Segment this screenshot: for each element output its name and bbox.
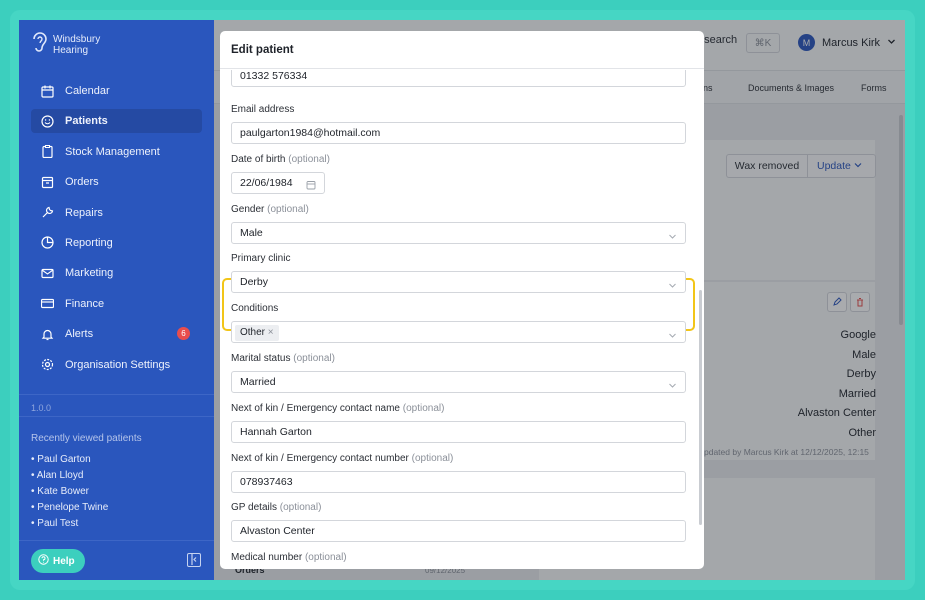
gender-label: Gender (optional) xyxy=(231,204,309,215)
modal-scrollbar[interactable] xyxy=(699,290,702,525)
conditions-multiselect[interactable]: Other × xyxy=(231,321,686,343)
primary-clinic-select[interactable]: Derby xyxy=(231,271,686,293)
question-icon xyxy=(38,554,49,568)
recent-patient-link[interactable]: • Penelope Twine xyxy=(31,500,108,516)
edit-patient-modal: Edit patient 01332 576334 Email address … xyxy=(220,31,704,569)
sidebar-divider xyxy=(19,416,214,417)
phone-field-group: 01332 576334 xyxy=(231,70,686,87)
recent-patients-list: • Paul Garton • Alan Lloyd • Kate Bower … xyxy=(31,452,108,532)
conditions-field-group: Conditions Other × xyxy=(231,302,686,343)
brand-logo[interactable]: Windsbury Hearing xyxy=(31,30,105,59)
marital-value: Married xyxy=(240,376,276,388)
dob-field-group: Date of birth (optional) 22/06/1984 xyxy=(231,153,686,194)
recent-patient-link[interactable]: • Kate Bower xyxy=(31,484,108,500)
chevron-down-icon xyxy=(668,377,677,397)
date-of-birth-field[interactable]: 22/06/1984 xyxy=(231,172,325,194)
sidebar-item-label: Alerts xyxy=(65,328,94,341)
sidebar-item-label: Calendar xyxy=(65,85,110,97)
conditions-label: Conditions xyxy=(231,303,279,314)
help-label: Help xyxy=(53,555,75,567)
email-label: Email address xyxy=(231,104,295,115)
chevron-down-icon xyxy=(668,327,677,347)
kin-name-label: Next of kin / Emergency contact name (op… xyxy=(231,403,445,414)
recent-patient-link[interactable]: • Paul Test xyxy=(31,516,108,532)
box-icon xyxy=(39,174,55,190)
gender-select[interactable]: Male xyxy=(231,222,686,244)
sidebar: Windsbury Hearing Calendar Patients Stoc… xyxy=(19,20,214,580)
gender-value: Male xyxy=(240,227,263,239)
mail-icon xyxy=(39,265,55,281)
smiley-icon xyxy=(39,113,55,129)
sidebar-item-finance[interactable]: Finance xyxy=(31,292,202,316)
primary-clinic-field-group: Primary clinic Derby xyxy=(231,252,686,293)
kin-name-field-group: Next of kin / Emergency contact name (op… xyxy=(231,402,686,443)
calendar-icon[interactable] xyxy=(306,177,316,197)
sidebar-item-reporting[interactable]: Reporting xyxy=(31,231,202,255)
gp-details-field[interactable]: Alvaston Center xyxy=(231,520,686,542)
marital-status-select[interactable]: Married xyxy=(231,371,686,393)
modal-form: 01332 576334 Email address paulgarton198… xyxy=(220,70,704,569)
medical-number-label: Medical number (optional) xyxy=(231,552,347,563)
ear-icon xyxy=(31,30,49,59)
sidebar-item-orders[interactable]: Orders xyxy=(31,170,202,194)
modal-title: Edit patient xyxy=(220,31,704,69)
bell-icon xyxy=(39,326,55,342)
sidebar-item-label: Stock Management xyxy=(65,145,160,158)
dob-label: Date of birth (optional) xyxy=(231,154,330,165)
sidebar-item-patients[interactable]: Patients xyxy=(31,109,202,134)
sidebar-divider xyxy=(19,394,214,395)
sidebar-item-label: Marketing xyxy=(65,267,114,280)
medical-number-field-group: Medical number (optional) xyxy=(231,551,686,569)
pie-chart-icon xyxy=(39,235,55,251)
sidebar-item-organisation-settings[interactable]: Organisation Settings xyxy=(31,353,202,377)
help-button[interactable]: Help xyxy=(31,549,85,573)
collapse-sidebar-icon[interactable] xyxy=(187,553,201,567)
calendar-icon xyxy=(39,83,55,99)
gear-icon xyxy=(39,357,55,373)
sidebar-divider xyxy=(19,540,214,541)
recent-patient-link[interactable]: • Alan Lloyd xyxy=(31,468,108,484)
brand-name: Windsbury Hearing xyxy=(53,33,101,56)
email-field-group: Email address paulgarton1984@hotmail.com xyxy=(231,103,686,144)
remove-chip-icon[interactable]: × xyxy=(268,327,274,338)
sidebar-item-label: Orders xyxy=(65,176,99,189)
kin-number-label: Next of kin / Emergency contact number (… xyxy=(231,453,454,464)
primary-clinic-label: Primary clinic xyxy=(231,253,291,264)
card-icon xyxy=(39,296,55,312)
recent-patient-link[interactable]: • Paul Garton xyxy=(31,452,108,468)
recent-patients-title: Recently viewed patients xyxy=(31,433,142,444)
sidebar-item-label: Repairs xyxy=(65,206,103,219)
app-version: 1.0.0 xyxy=(31,403,52,413)
clipboard-icon xyxy=(39,144,55,160)
sidebar-item-alerts[interactable]: Alerts 6 xyxy=(31,322,202,346)
kin-name-field[interactable]: Hannah Garton xyxy=(231,421,686,443)
wrench-icon xyxy=(39,205,55,221)
dob-value: 22/06/1984 xyxy=(240,177,293,189)
sidebar-nav: Calendar Patients Stock Management Order… xyxy=(31,79,202,383)
gp-label: GP details (optional) xyxy=(231,502,322,513)
gp-field-group: GP details (optional) Alvaston Center xyxy=(231,501,686,542)
chevron-down-icon xyxy=(668,228,677,248)
sidebar-item-label: Organisation Settings xyxy=(65,358,171,371)
app-window: Windsbury Hearing Calendar Patients Stoc… xyxy=(19,20,905,580)
sidebar-item-repairs[interactable]: Repairs xyxy=(31,201,202,225)
gender-field-group: Gender (optional) Male xyxy=(231,203,686,244)
alerts-count-badge: 6 xyxy=(177,327,190,341)
sidebar-item-calendar[interactable]: Calendar xyxy=(31,79,202,103)
marital-field-group: Marital status (optional) Married xyxy=(231,352,686,393)
sidebar-item-stock-management[interactable]: Stock Management xyxy=(31,140,202,164)
kin-number-field[interactable]: 078937463 xyxy=(231,471,686,493)
sidebar-item-marketing[interactable]: Marketing xyxy=(31,261,202,285)
phone-field[interactable]: 01332 576334 xyxy=(231,70,686,87)
kin-number-field-group: Next of kin / Emergency contact number (… xyxy=(231,452,686,493)
sidebar-item-label: Reporting xyxy=(65,236,113,249)
clinic-value: Derby xyxy=(240,276,269,288)
condition-chip: Other × xyxy=(235,325,279,341)
chevron-down-icon xyxy=(668,277,677,297)
sidebar-item-label: Patients xyxy=(65,115,108,128)
sidebar-item-label: Finance xyxy=(65,297,105,310)
marital-label: Marital status (optional) xyxy=(231,353,335,364)
email-field[interactable]: paulgarton1984@hotmail.com xyxy=(231,122,686,144)
